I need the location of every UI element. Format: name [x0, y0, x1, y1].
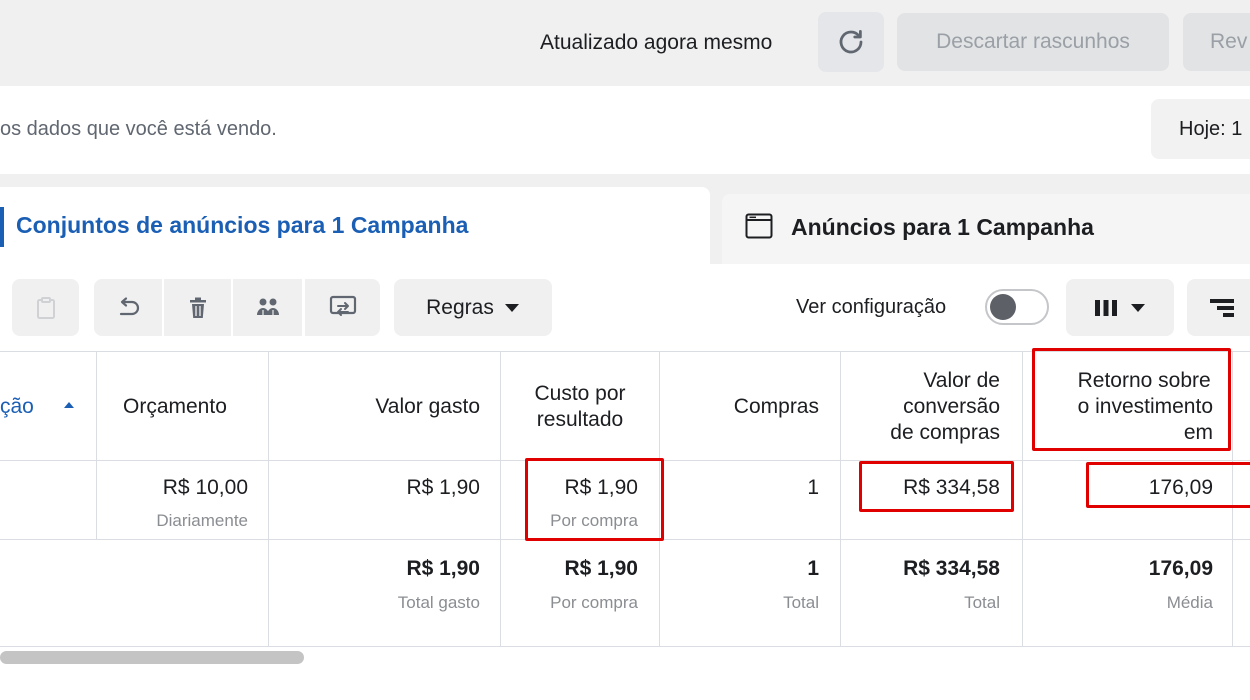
purchases-value: 1	[807, 476, 819, 499]
header-line: Valor de	[923, 369, 1000, 392]
toggle-knob	[990, 294, 1016, 320]
column-header-purchases[interactable]: Compras	[734, 394, 819, 420]
column-header-spent[interactable]: Valor gasto	[375, 394, 480, 420]
total-cost-per-result-label: Por compra	[550, 593, 638, 612]
total-conversion-label: Total	[964, 593, 1000, 612]
info-text: os dados que você está vendo.	[0, 118, 277, 140]
highlight-roas-header	[1032, 348, 1231, 451]
horizontal-scrollbar[interactable]	[0, 651, 304, 664]
clipboard-icon	[36, 296, 55, 319]
total-purchases-value: 1	[807, 557, 819, 580]
total-spent-label: Total gasto	[397, 593, 480, 612]
total-spent-value: R$ 1,90	[406, 557, 480, 580]
undo-button[interactable]	[94, 279, 162, 336]
audience-button[interactable]	[233, 279, 302, 336]
trash-icon	[189, 297, 206, 318]
total-roas-value: 176,09	[1148, 557, 1213, 580]
breakdown-button[interactable]	[1187, 279, 1250, 336]
header-line: conversão	[903, 395, 1000, 418]
column-header-conversion-value[interactable]: Valor de conversão de compras	[890, 368, 1000, 446]
total-cost-per-result-value: R$ 1,90	[564, 557, 638, 580]
column-header-sorted[interactable]: ção	[0, 394, 34, 420]
total-conversion-value: R$ 334,58	[903, 557, 1000, 580]
view-config-label: Ver configuração	[796, 296, 947, 318]
rules-dropdown[interactable]: Regras	[394, 279, 552, 336]
column-divider	[500, 351, 501, 647]
ab-test-icon	[329, 295, 356, 316]
budget-type: Diariamente	[156, 511, 248, 530]
tab-ad-sets-label: Conjuntos de anúncios para 1 Campanha	[16, 212, 469, 238]
last-updated-text: Atualizado agora mesmo	[540, 31, 773, 54]
discard-drafts-button[interactable]: Descartar rascunhos	[897, 13, 1169, 71]
highlight-cost-per-result	[525, 458, 664, 541]
column-divider	[268, 351, 269, 647]
review-publish-button[interactable]: Rev	[1183, 13, 1250, 71]
column-divider	[96, 351, 97, 540]
column-header-budget[interactable]: Orçamento	[123, 394, 227, 420]
sort-ascending-icon[interactable]	[63, 401, 75, 409]
caret-down-icon	[504, 303, 519, 312]
delete-button[interactable]	[164, 279, 231, 336]
spent-value: R$ 1,90	[406, 476, 480, 499]
column-header-cost-per-result[interactable]: Custo por resultado	[501, 381, 659, 433]
highlight-roas-value	[1086, 462, 1250, 508]
people-icon	[256, 298, 279, 317]
columns-button[interactable]	[1066, 279, 1174, 336]
column-divider	[840, 351, 841, 647]
copy-button[interactable]	[12, 279, 79, 336]
date-range-button[interactable]: Hoje: 1	[1151, 99, 1250, 159]
view-config-toggle[interactable]	[985, 289, 1049, 325]
caret-down-icon	[1131, 303, 1145, 312]
refresh-icon	[839, 30, 863, 54]
header-line: resultado	[536, 408, 624, 431]
header-line: Custo por	[534, 382, 626, 405]
tab-active-indicator	[0, 207, 4, 247]
column-divider	[1022, 351, 1023, 647]
columns-icon	[1095, 299, 1117, 316]
total-roas-label: Média	[1166, 593, 1213, 612]
undo-icon	[119, 296, 140, 315]
highlight-conversion-value	[859, 461, 1014, 512]
ad-window-icon	[745, 213, 773, 239]
ab-test-button[interactable]	[305, 279, 380, 336]
budget-value[interactable]: R$ 10,00	[163, 476, 248, 500]
rules-label: Regras	[426, 295, 494, 319]
header-line: de compras	[890, 421, 1000, 444]
tab-ads-label: Anúncios para 1 Campanha	[791, 214, 1094, 240]
breakdown-icon	[1210, 298, 1234, 317]
refresh-button[interactable]	[818, 12, 884, 72]
total-purchases-label: Total	[783, 593, 819, 612]
